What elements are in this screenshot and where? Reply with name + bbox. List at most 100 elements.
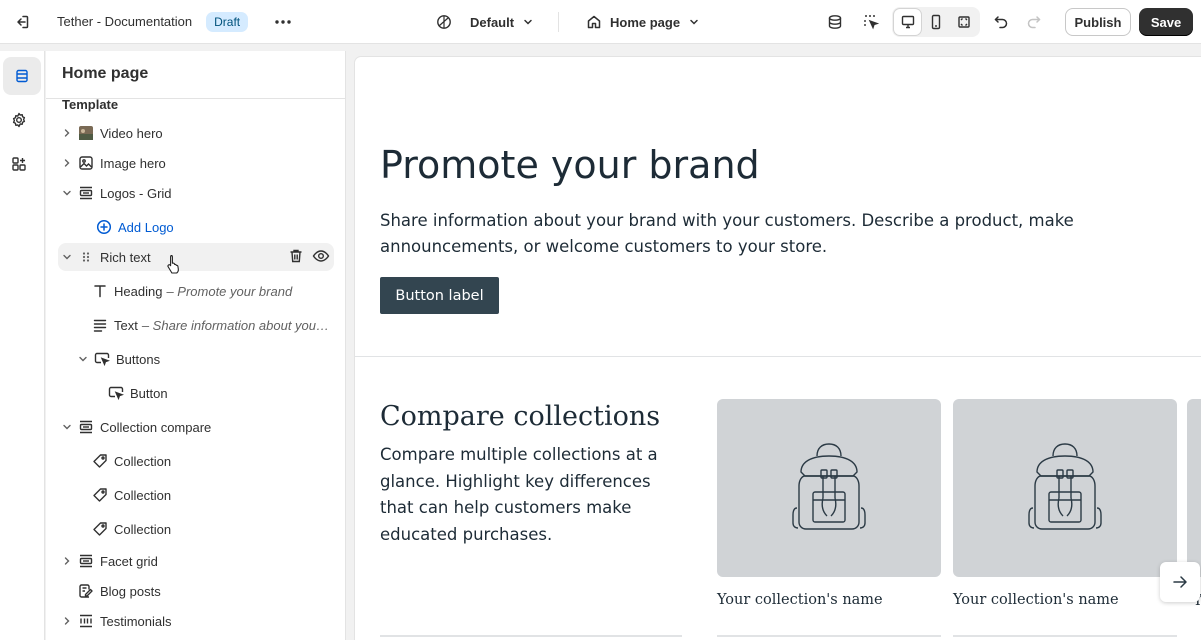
block-button[interactable]: Button (106, 379, 334, 407)
blog-icon (76, 577, 96, 605)
visibility-toggle[interactable] (312, 248, 330, 267)
plus-circle-icon (94, 213, 114, 241)
compare-heading[interactable]: Compare collections (380, 401, 660, 432)
section-video-hero[interactable]: Video hero (58, 119, 334, 147)
section-label: Blog posts (100, 583, 161, 599)
section-image-hero[interactable]: Image hero (58, 149, 334, 177)
block-label: Button (130, 385, 168, 401)
save-button[interactable]: Save (1139, 8, 1193, 36)
hero-heading[interactable]: Promote your brand (380, 143, 760, 187)
section-collection-compare[interactable]: Collection compare (58, 413, 334, 441)
chevron-right-icon[interactable] (58, 119, 76, 147)
block-text[interactable]: Text – Share information about you… (90, 311, 334, 339)
eye-icon (312, 249, 330, 262)
exit-button[interactable] (0, 0, 44, 44)
chevron-down-icon[interactable] (58, 179, 76, 207)
section-divider (355, 356, 1201, 357)
video-thumbnail-icon (76, 119, 96, 147)
block-buttons[interactable]: Buttons (74, 345, 334, 373)
row-actions (288, 243, 330, 271)
fullscreen-view-button[interactable] (951, 9, 978, 35)
chevron-down-icon[interactable] (58, 413, 76, 441)
page-selector[interactable]: Home page (582, 8, 704, 36)
drag-handle-icon[interactable] (76, 243, 96, 271)
text-type-icon (90, 277, 110, 305)
collection-card[interactable]: Your collection's name (953, 399, 1177, 608)
apps-tab[interactable] (0, 145, 38, 183)
backpack-icon (792, 443, 866, 530)
button-icon (106, 379, 126, 407)
undo-button[interactable] (987, 8, 1015, 36)
status-badge: Draft (206, 11, 249, 32)
block-heading[interactable]: Heading – Promote your brand (90, 277, 334, 305)
app-embeds-button[interactable] (821, 8, 849, 36)
theme-icon (437, 15, 451, 29)
collection-name: Your collection's name (953, 592, 1119, 608)
page-label: Home page (610, 14, 681, 30)
more-actions-button[interactable] (270, 9, 296, 35)
redo-button[interactable] (1020, 8, 1048, 36)
block-collection[interactable]: Collection (90, 481, 334, 509)
divider-line (953, 635, 1177, 637)
layout-icon (76, 413, 96, 441)
collection-image-placeholder (1187, 399, 1201, 577)
inspector-button[interactable] (857, 8, 885, 36)
add-logo-button[interactable]: Add Logo (94, 213, 294, 241)
image-icon (76, 149, 96, 177)
theme-label: Default (470, 14, 515, 30)
desktop-view-button[interactable] (894, 9, 922, 35)
section-label: Rich text (100, 249, 151, 265)
collection-image-placeholder (717, 399, 941, 577)
collection-card[interactable]: Your collection's name (717, 399, 941, 608)
block-label: Collection (114, 521, 172, 537)
compare-text[interactable]: Compare multiple collections at a glance… (380, 442, 680, 548)
mobile-view-button[interactable] (922, 9, 949, 35)
gear-icon (12, 112, 26, 128)
publish-button[interactable]: Publish (1065, 8, 1131, 36)
chevron-down-icon (690, 19, 698, 25)
section-logos-grid[interactable]: Logos - Grid (58, 179, 334, 207)
theme-preview: Promote your brand Share information abo… (355, 57, 1201, 640)
block-collection[interactable]: Collection (90, 447, 334, 475)
paragraph-icon (90, 311, 110, 339)
block-label: Collection (114, 487, 172, 503)
section-rich-text[interactable]: Rich text (58, 243, 334, 271)
layout-icon (76, 179, 96, 207)
chevron-down-icon[interactable] (74, 345, 92, 373)
section-facet-grid[interactable]: Facet grid (58, 547, 334, 575)
theme-selector[interactable]: Default (432, 8, 538, 36)
button-icon (92, 345, 112, 373)
carousel-next-button[interactable] (1160, 562, 1200, 602)
trash-icon (290, 249, 302, 262)
section-testimonials[interactable]: Testimonials (58, 607, 334, 635)
chevron-down-icon[interactable] (58, 243, 76, 271)
theme-settings-tab[interactable] (0, 101, 38, 139)
mouse-cursor-icon (166, 254, 182, 277)
delete-button[interactable] (288, 248, 304, 267)
collection-image-placeholder (953, 399, 1177, 577)
chevron-spacer (58, 577, 76, 605)
block-label: Heading (114, 283, 163, 299)
columns-icon (76, 607, 96, 635)
store-name: Tether - Documentation (57, 14, 193, 29)
undo-icon (994, 16, 1008, 29)
chevron-right-icon[interactable] (58, 149, 76, 177)
sections-tab[interactable] (3, 57, 41, 95)
hero-text[interactable]: Share information about your brand with … (380, 208, 1100, 260)
chevron-right-icon[interactable] (58, 607, 76, 635)
block-sublabel: – Promote your brand (166, 283, 293, 299)
block-collection[interactable]: Collection (90, 515, 334, 543)
redo-icon (1027, 16, 1041, 29)
section-label: Image hero (100, 155, 166, 171)
divider-line (717, 635, 941, 637)
viewport-toggle (892, 7, 980, 37)
topbar-divider (558, 12, 559, 32)
section-blog-posts[interactable]: Blog posts (58, 577, 334, 605)
tag-icon (90, 515, 110, 543)
chevron-right-icon[interactable] (58, 547, 76, 575)
editor-rail (0, 51, 45, 640)
exit-icon (17, 15, 29, 28)
collection-name: Your collection's name (717, 592, 883, 608)
add-logo-label: Add Logo (118, 219, 174, 235)
hero-button[interactable]: Button label (380, 277, 499, 314)
